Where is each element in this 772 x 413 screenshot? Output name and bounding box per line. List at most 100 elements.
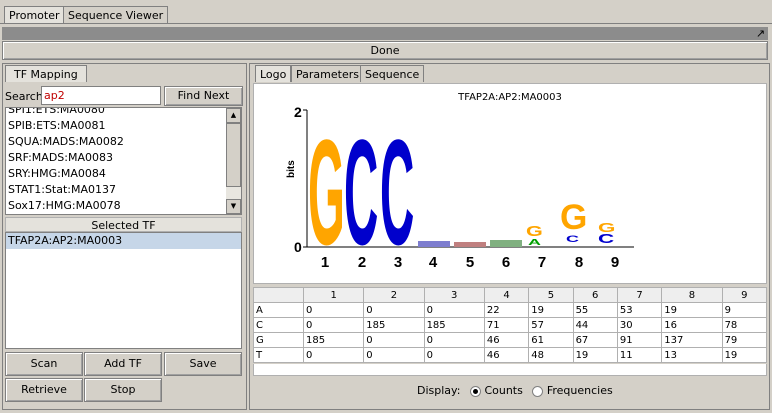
tf-list-item[interactable]: SPIB:ETS:MA0081 <box>6 118 226 134</box>
matrix-cell: 0 <box>363 332 425 348</box>
tab-tf-mapping[interactable]: TF Mapping <box>5 65 87 82</box>
matrix-base-cell: A <box>253 302 304 318</box>
matrix-base-cell: C <box>253 317 304 333</box>
scan-button[interactable]: Scan <box>5 352 83 376</box>
matrix-cell: 0 <box>423 332 485 348</box>
matrix-cell: 9 <box>721 302 768 318</box>
logo-x-label: 1 <box>321 254 329 271</box>
logo-letter-a-pos7: A <box>528 237 541 247</box>
matrix-row: C 0 185 185 71 57 44 30 16 78 <box>253 317 768 333</box>
logo-letter-g-pos8: G <box>560 198 587 237</box>
radio-checked-icon[interactable] <box>469 385 481 397</box>
matrix-header-cell: 7 <box>616 287 663 303</box>
selected-tf-list[interactable]: TFAP2A:AP2:MA0003 <box>5 232 242 349</box>
matrix-header-cell: 6 <box>572 287 618 303</box>
save-button[interactable]: Save <box>164 352 242 376</box>
matrix-cell: 0 <box>363 302 425 318</box>
sequence-logo: 2 0 bits G C C G A G C G C 1 2 3 4 5 6 7… <box>286 104 634 277</box>
logo-stack-pos6 <box>490 240 522 247</box>
matrix-cell: 137 <box>661 332 723 348</box>
matrix-cell: 91 <box>616 332 663 348</box>
matrix-cell: 0 <box>423 302 485 318</box>
logo-letter-c-pos3: C <box>380 108 414 277</box>
logo-x-label: 7 <box>538 254 546 271</box>
matrix-cell: 13 <box>661 347 723 363</box>
matrix-row: G 185 0 0 46 61 67 91 137 79 <box>253 332 768 348</box>
logo-x-label: 6 <box>502 254 510 271</box>
tf-list-scrollbar[interactable]: ▲ ▼ <box>226 108 241 214</box>
matrix-cell: 19 <box>661 302 723 318</box>
matrix-cell: 67 <box>572 332 618 348</box>
tab-promoter[interactable]: Promoter <box>4 6 65 23</box>
radio-unchecked-icon[interactable] <box>532 385 544 397</box>
count-matrix: 1 2 3 4 5 6 7 8 9 A 0 0 0 22 19 55 53 19… <box>253 287 768 363</box>
tf-list[interactable]: SPI1:ETS:MA0080 SPIB:ETS:MA0081 SQUA:MAD… <box>5 107 242 215</box>
logo-x-label: 8 <box>575 254 583 271</box>
matrix-cell: 44 <box>572 317 618 333</box>
matrix-corner-cell <box>253 287 304 303</box>
matrix-cell: 22 <box>483 302 530 318</box>
frequencies-radio[interactable]: Frequencies <box>532 384 613 397</box>
stop-button[interactable]: Stop <box>84 378 162 402</box>
matrix-cell: 71 <box>483 317 530 333</box>
matrix-header-cell: 8 <box>661 287 723 303</box>
logo-letter-c-pos9: C <box>598 231 614 246</box>
matrix-header-cell: 2 <box>363 287 425 303</box>
tab-parameters[interactable]: Parameters <box>291 65 364 82</box>
selected-tf-header: Selected TF <box>5 217 242 232</box>
matrix-cell: 11 <box>616 347 663 363</box>
top-tab-rule <box>0 23 772 24</box>
done-button[interactable]: Done <box>2 41 768 60</box>
matrix-cell: 30 <box>616 317 663 333</box>
logo-area: TFAP2A:AP2:MA0003 2 0 bits G C C G A G C… <box>253 83 767 284</box>
matrix-cell: 46 <box>483 347 530 363</box>
logo-x-label: 3 <box>394 254 402 271</box>
matrix-cell: 57 <box>528 317 574 333</box>
matrix-cell: 79 <box>721 332 768 348</box>
matrix-header-cell: 5 <box>528 287 574 303</box>
logo-letter-c-pos8: C <box>566 234 580 245</box>
tab-sequence[interactable]: Sequence <box>360 65 425 82</box>
matrix-cell: 185 <box>363 317 425 333</box>
maximize-icon[interactable]: ↗ <box>754 27 767 40</box>
scroll-up-icon[interactable]: ▲ <box>226 108 241 123</box>
matrix-cell: 46 <box>483 332 530 348</box>
scroll-down-icon[interactable]: ▼ <box>226 199 241 214</box>
tf-list-item[interactable]: SPI1:ETS:MA0080 <box>6 108 226 118</box>
tab-sequence-viewer[interactable]: Sequence Viewer <box>63 6 169 23</box>
matrix-blank-area <box>253 364 767 376</box>
find-next-button[interactable]: Find Next <box>164 86 243 106</box>
add-tf-button[interactable]: Add TF <box>84 352 162 376</box>
matrix-row: T 0 0 0 46 48 19 11 13 19 <box>253 347 768 363</box>
matrix-cell: 53 <box>616 302 663 318</box>
tab-logo[interactable]: Logo <box>255 65 292 82</box>
logo-letter-c-pos2: C <box>344 108 378 277</box>
matrix-header-cell: 1 <box>302 287 365 303</box>
tf-list-item[interactable]: Sox17:HMG:MA0078 <box>6 198 226 214</box>
matrix-cell: 48 <box>528 347 574 363</box>
search-input[interactable] <box>41 86 161 105</box>
matrix-cell: 0 <box>302 347 365 363</box>
logo-x-label: 5 <box>466 254 474 271</box>
matrix-cell: 19 <box>721 347 768 363</box>
matrix-cell: 0 <box>302 317 365 333</box>
matrix-cell: 0 <box>423 347 485 363</box>
selected-tf-item[interactable]: TFAP2A:AP2:MA0003 <box>6 233 241 249</box>
tf-list-item[interactable]: STAT1:Stat:MA0137 <box>6 182 226 198</box>
logo-x-label: 2 <box>358 254 366 271</box>
matrix-header-cell: 3 <box>423 287 485 303</box>
frequencies-label[interactable]: Frequencies <box>547 384 613 397</box>
tf-list-item[interactable]: SQUA:MADS:MA0082 <box>6 134 226 150</box>
header-strip <box>2 27 768 40</box>
logo-x-label: 4 <box>429 254 438 271</box>
matrix-cell: 16 <box>661 317 723 333</box>
retrieve-button[interactable]: Retrieve <box>5 378 83 402</box>
logo-y-axis-label: bits <box>286 160 297 178</box>
tf-list-item[interactable]: SRF:MADS:MA0083 <box>6 150 226 166</box>
scroll-thumb[interactable] <box>226 123 241 187</box>
counts-radio[interactable]: Counts <box>469 384 523 397</box>
tf-list-item[interactable]: SRY:HMG:MA0084 <box>6 166 226 182</box>
counts-label[interactable]: Counts <box>484 384 522 397</box>
matrix-cell: 185 <box>423 317 485 333</box>
matrix-base-cell: T <box>253 347 304 363</box>
